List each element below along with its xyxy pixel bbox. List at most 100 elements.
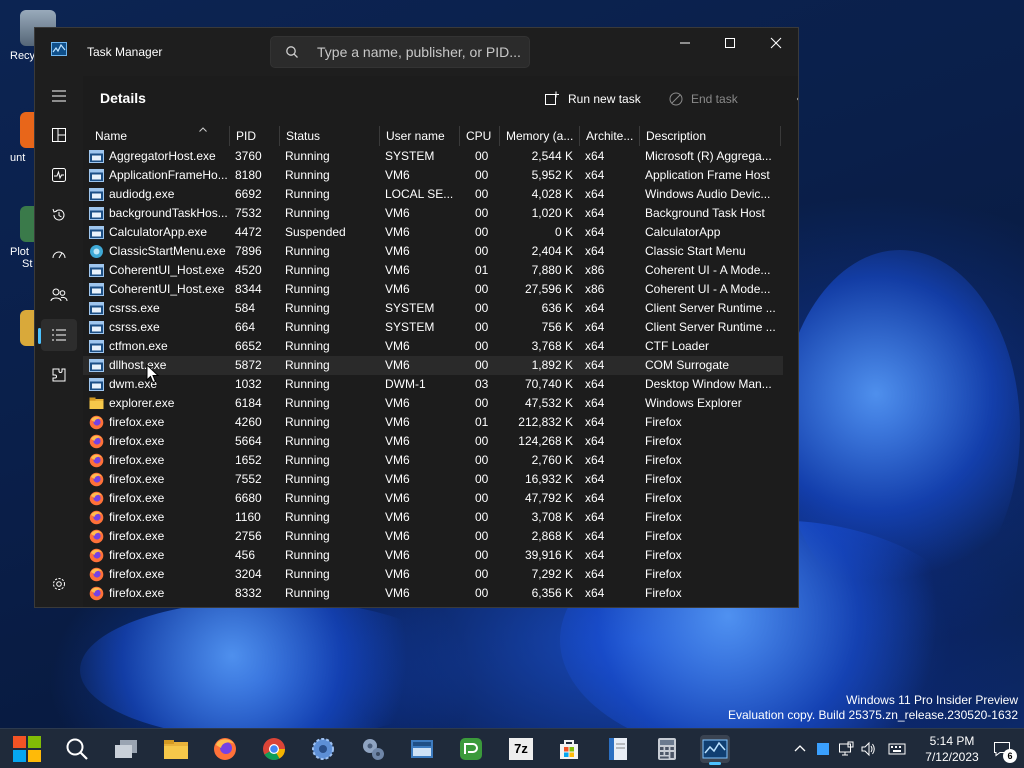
performance-icon xyxy=(52,168,66,182)
windows-watermark: Windows 11 Pro Insider Preview Evaluatio… xyxy=(728,693,1018,723)
cell-memory: 2,760 K xyxy=(531,453,573,467)
column-header-description[interactable]: Description xyxy=(639,126,781,146)
cell-description: CTF Loader xyxy=(645,339,710,353)
table-row[interactable]: csrss.exe 664 Running SYSTEM 00 756 K x64 Clien… xyxy=(83,318,783,337)
search-input[interactable] xyxy=(317,42,522,62)
cell-description: Client Server Runtime ... xyxy=(645,301,776,315)
table-row[interactable]: CalculatorApp.exe 4472 Suspended VM6 00 0 K x6… xyxy=(83,223,783,242)
table-row[interactable]: firefox.exe 7552 Running VM6 00 16,932 K x64 Fi… xyxy=(83,470,783,489)
maximize-button[interactable] xyxy=(707,28,753,58)
taskbar-clock[interactable]: 5:14 PM 7/12/2023 xyxy=(916,733,988,765)
cell-pid: 5872 xyxy=(235,358,262,372)
taskbar-green-app[interactable] xyxy=(456,735,486,763)
network-icon[interactable] xyxy=(838,741,854,757)
taskbar-microsoft-store[interactable] xyxy=(554,735,584,763)
cell-status: Running xyxy=(285,320,330,334)
table-row[interactable]: firefox.exe 2756 Running VM6 00 2,868 K x64 Fir… xyxy=(83,527,783,546)
cell-name: firefox.exe xyxy=(109,529,165,543)
column-header-pid[interactable]: PID xyxy=(229,126,279,146)
close-button[interactable] xyxy=(753,28,798,58)
cell-name: dwm.exe xyxy=(109,377,158,391)
notebook-icon xyxy=(609,738,627,760)
sidebar-item-services[interactable] xyxy=(41,359,77,391)
table-row[interactable]: csrss.exe 584 Running SYSTEM 00 636 K x64 Clien… xyxy=(83,299,783,318)
minimize-button[interactable] xyxy=(662,28,708,58)
column-header-architecture[interactable]: Archite... xyxy=(579,126,639,146)
show-hidden-icons-chevron-icon[interactable] xyxy=(792,741,808,757)
table-row[interactable]: ctfmon.exe 6652 Running VM6 00 3,768 K x64 CTF … xyxy=(83,337,783,356)
sidebar xyxy=(35,76,83,607)
taskbar-chrome[interactable] xyxy=(259,735,289,763)
start-icon xyxy=(13,736,41,762)
cell-description: Firefox xyxy=(645,453,682,467)
column-header-user-name[interactable]: User name xyxy=(379,126,459,146)
taskbar-notebook-app[interactable] xyxy=(603,735,633,763)
cell-architecture: x64 xyxy=(585,510,605,524)
column-header-memory[interactable]: Memory (a... xyxy=(499,126,579,146)
sidebar-item-details[interactable] xyxy=(38,319,77,351)
more-options-button[interactable] xyxy=(797,88,798,110)
taskbar-file-explorer[interactable] xyxy=(161,735,191,763)
table-row[interactable]: ClassicStartMenu.exe 7896 Running VM6 00 2,40… xyxy=(83,242,783,261)
taskbar-task-manager[interactable] xyxy=(700,735,730,765)
column-header-cpu[interactable]: CPU xyxy=(459,126,499,146)
table-row[interactable]: explorer.exe 6184 Running VM6 00 47,532 K x64 W… xyxy=(83,394,783,413)
table-row[interactable]: ApplicationFrameHo... 8180 Running VM6 00 5,9… xyxy=(83,166,783,185)
taskbar-search-button[interactable] xyxy=(62,735,92,763)
table-row[interactable]: AggregatorHost.exe 3760 Running SYSTEM 00 2,5… xyxy=(83,147,783,166)
cell-description: Firefox xyxy=(645,567,682,581)
taskbar-keyboard-app[interactable] xyxy=(407,735,437,763)
end-task-button[interactable]: End task xyxy=(669,88,738,110)
taskbar-start-button[interactable] xyxy=(12,735,42,763)
table-row[interactable]: dllhost.exe 5872 Running VM6 00 1,892 K x64 COM… xyxy=(83,356,783,375)
volume-icon[interactable] xyxy=(860,741,876,757)
table-row[interactable]: dwm.exe 1032 Running DWM-1 03 70,740 K x64 Desk… xyxy=(83,375,783,394)
table-row[interactable]: firefox.exe 3204 Running VM6 00 7,292 K x64 Fir… xyxy=(83,565,783,584)
table-row[interactable]: backgroundTaskHos... 7532 Running VM6 00 1,02… xyxy=(83,204,783,223)
cell-status: Running xyxy=(285,244,330,258)
taskbar-control-panel[interactable] xyxy=(358,735,388,763)
firefox-icon xyxy=(89,415,104,430)
cell-memory: 6,356 K xyxy=(531,586,573,600)
cell-memory: 3,768 K xyxy=(531,339,573,353)
firefox-icon xyxy=(89,491,104,506)
sidebar-item-startup-apps[interactable] xyxy=(41,239,77,271)
table-row[interactable]: firefox.exe 4260 Running VM6 01 212,832 K x64 F… xyxy=(83,413,783,432)
keyboard-layout-icon[interactable] xyxy=(888,742,906,756)
table-row[interactable]: firefox.exe 1652 Running VM6 00 2,760 K x64 Fir… xyxy=(83,451,783,470)
sidebar-item-users[interactable] xyxy=(41,279,77,311)
table-row[interactable]: firefox.exe 5664 Running VM6 00 124,268 K x64 F… xyxy=(83,432,783,451)
cell-cpu: 03 xyxy=(475,377,489,391)
tray-app-icon[interactable] xyxy=(816,742,830,756)
column-header-status[interactable]: Status xyxy=(279,126,379,146)
table-row[interactable]: firefox.exe 8332 Running VM6 00 6,356 K x64 Fir… xyxy=(83,584,783,603)
sidebar-item-app-history[interactable] xyxy=(41,199,77,231)
cell-description: Desktop Window Man... xyxy=(645,377,772,391)
sidebar-item-menu[interactable] xyxy=(41,80,77,112)
taskbar-settings[interactable] xyxy=(308,735,338,763)
column-header-name[interactable]: Name xyxy=(89,126,229,146)
cell-pid: 3760 xyxy=(235,149,262,163)
run-new-task-button[interactable]: Run new task xyxy=(544,88,641,110)
table-row[interactable]: firefox.exe 6680 Running VM6 00 47,792 K x64 Fi… xyxy=(83,489,783,508)
cell-name: ctfmon.exe xyxy=(109,339,168,353)
cell-name: CoherentUI_Host.exe xyxy=(109,263,225,277)
taskbar-7zip[interactable]: 7z xyxy=(506,735,536,763)
title-bar[interactable]: Task Manager xyxy=(35,28,798,76)
sidebar-item-processes[interactable] xyxy=(41,119,77,151)
sidebar-item-performance[interactable] xyxy=(41,159,77,191)
table-row[interactable]: firefox.exe 456 Running VM6 00 39,916 K x64 Fir… xyxy=(83,546,783,565)
taskbar-firefox[interactable] xyxy=(210,735,240,763)
sidebar-item-settings[interactable] xyxy=(41,568,77,600)
taskbar-task-view-button[interactable] xyxy=(111,735,141,763)
process-app-icon xyxy=(89,377,104,392)
more-options-icon xyxy=(797,97,798,101)
process-app-icon xyxy=(89,168,104,183)
cell-description: Firefox xyxy=(645,586,682,600)
table-row[interactable]: audiodg.exe 6692 Running LOCAL SE... 00 4,028… xyxy=(83,185,783,204)
search-box[interactable] xyxy=(270,36,530,68)
table-row[interactable]: CoherentUI_Host.exe 8344 Running VM6 00 27,59… xyxy=(83,280,783,299)
taskbar-calculator[interactable] xyxy=(652,735,682,763)
table-row[interactable]: CoherentUI_Host.exe 4520 Running VM6 01 7,880… xyxy=(83,261,783,280)
table-row[interactable]: firefox.exe 1160 Running VM6 00 3,708 K x64 Fir… xyxy=(83,508,783,527)
